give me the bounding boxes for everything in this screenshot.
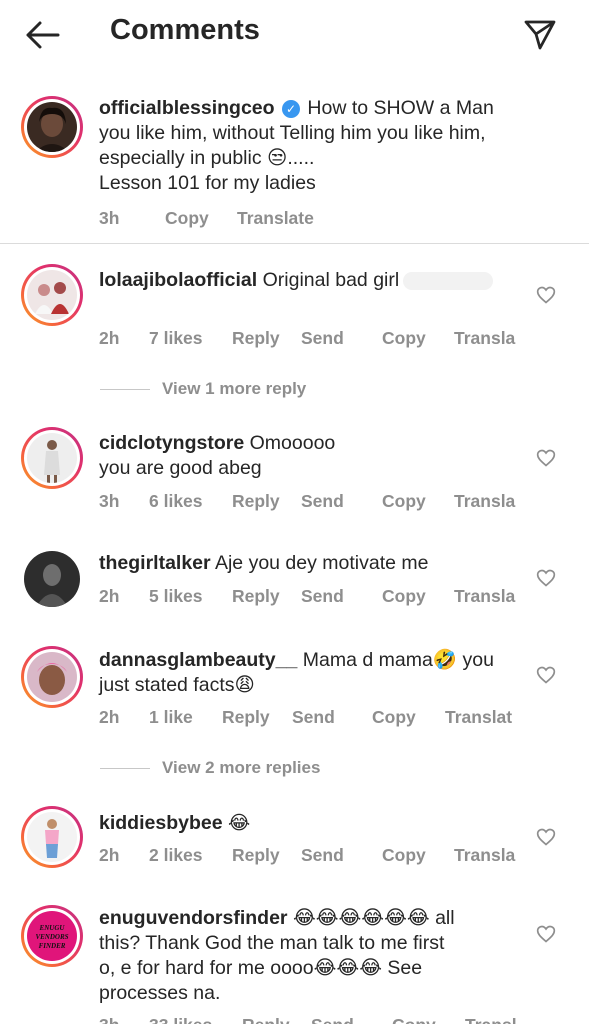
send-button[interactable]: Send	[301, 328, 344, 349]
reply-button[interactable]: Reply	[242, 1015, 290, 1024]
send-button[interactable]: Send	[301, 586, 344, 607]
reply-button[interactable]: Reply	[232, 845, 280, 866]
copy-button[interactable]: Copy	[382, 491, 426, 512]
comment-text-line3: o, e for hard for me oooo😂😂😂 See	[99, 957, 423, 979]
comment-text-line4: processes na.	[99, 982, 221, 1004]
comment-text-line2: you are good abeg	[99, 457, 262, 479]
likes-count[interactable]: 2 likes	[149, 845, 203, 866]
comment-text: Mama d mama🤣 you	[302, 649, 494, 671]
copy-button[interactable]: Copy	[382, 586, 426, 607]
translate-button[interactable]: Transla	[454, 586, 515, 607]
comment-time: 3h	[99, 1015, 119, 1024]
heart-icon[interactable]	[536, 665, 556, 685]
comment-text: 😂	[227, 812, 251, 834]
reply-button[interactable]: Reply	[232, 491, 280, 512]
avatar[interactable]	[21, 427, 83, 489]
arrow-left-icon	[26, 21, 60, 49]
post-caption: officialblessingceo ✓ How to SHOW a Man …	[0, 88, 589, 244]
reply-button[interactable]: Reply	[222, 707, 270, 728]
comment-text-line2: just stated facts😩	[99, 674, 255, 696]
translate-button[interactable]: Transla	[454, 328, 515, 349]
caption-line4: Lesson 101 for my ladies	[99, 172, 316, 194]
comment-time: 2h	[99, 586, 120, 606]
caption-text: officialblessingceo ✓ How to SHOW a Man …	[99, 96, 569, 196]
comment-text: Aje you dey motivate me	[214, 552, 429, 574]
comment-time: 2h	[99, 328, 120, 348]
comment-text: Omooooo	[249, 432, 336, 454]
avatar[interactable]	[21, 806, 83, 868]
comment-text-line2: this? Thank God the man talk to me first	[99, 932, 445, 954]
comment-username[interactable]: cidclotyngstore	[99, 432, 244, 454]
translate-button[interactable]: Translate	[237, 208, 314, 229]
caption-line3: especially in public 😒.....	[99, 147, 315, 169]
avatar[interactable]	[21, 548, 83, 610]
copy-button[interactable]: Copy	[382, 845, 426, 866]
verified-badge-icon: ✓	[281, 99, 300, 118]
send-button[interactable]: Send	[301, 845, 344, 866]
view-replies-button[interactable]: View 2 more replies	[100, 758, 320, 778]
copy-button[interactable]: Copy	[165, 208, 209, 229]
heart-icon[interactable]	[536, 568, 556, 588]
likes-count[interactable]: 5 likes	[149, 586, 203, 607]
back-button[interactable]	[22, 18, 62, 52]
copy-button[interactable]: Copy	[372, 707, 416, 728]
heart-icon[interactable]	[536, 924, 556, 944]
translate-button[interactable]: Transla	[454, 491, 515, 512]
comment-username[interactable]: enuguvendorsfinder	[99, 907, 288, 929]
caption-username[interactable]: officialblessingceo	[99, 97, 275, 119]
send-button[interactable]: Send	[301, 491, 344, 512]
comment-username[interactable]: kiddiesbybee	[99, 812, 223, 834]
comment-username[interactable]: thegirltalker	[99, 552, 211, 574]
heart-icon[interactable]	[536, 448, 556, 468]
view-replies-button[interactable]: View 1 more reply	[100, 379, 306, 399]
header: Comments	[0, 0, 589, 70]
comment-time: 2h	[99, 707, 120, 727]
reply-button[interactable]: Reply	[232, 586, 280, 607]
comment-username[interactable]: lolaajibolaofficial	[99, 269, 257, 291]
caption-line2: you like him, without Telling him you li…	[99, 122, 486, 144]
likes-count[interactable]: 6 likes	[149, 491, 203, 512]
comment-username[interactable]: dannasglambeauty__	[99, 649, 297, 671]
page-title: Comments	[110, 14, 260, 46]
reply-button[interactable]: Reply	[232, 328, 280, 349]
translate-button[interactable]: Transl	[465, 1015, 517, 1024]
caption-meta: 3h Copy Translate	[99, 208, 519, 230]
caption-time: 3h	[99, 208, 120, 228]
likes-count[interactable]: 1 like	[149, 707, 193, 728]
avatar[interactable]	[21, 264, 83, 326]
comment-time: 2h	[99, 845, 120, 865]
avatar[interactable]: ENUGU VENDORS FINDER	[21, 905, 83, 967]
share-button[interactable]	[520, 14, 560, 54]
avatar[interactable]	[21, 646, 83, 708]
translate-button[interactable]: Translat	[445, 707, 512, 728]
paper-plane-icon	[524, 20, 556, 50]
avatar[interactable]	[21, 96, 83, 158]
comment-text: Original bad girl	[262, 269, 400, 291]
copy-button[interactable]: Copy	[382, 328, 426, 349]
likes-count[interactable]: 7 likes	[149, 328, 203, 349]
send-button[interactable]: Send	[311, 1015, 354, 1024]
heart-icon[interactable]	[536, 285, 556, 305]
send-button[interactable]: Send	[292, 707, 335, 728]
comment-time: 3h	[99, 491, 120, 511]
comment-text: 😂😂😂😂😂😂 all	[292, 907, 455, 929]
heart-icon[interactable]	[536, 827, 556, 847]
likes-count[interactable]: 33 likes	[149, 1015, 212, 1024]
caption-line1: How to SHOW a Man	[307, 97, 494, 119]
copy-button[interactable]: Copy	[392, 1015, 436, 1024]
translate-button[interactable]: Transla	[454, 845, 515, 866]
avatar-logo-text: ENUGU	[39, 924, 65, 932]
